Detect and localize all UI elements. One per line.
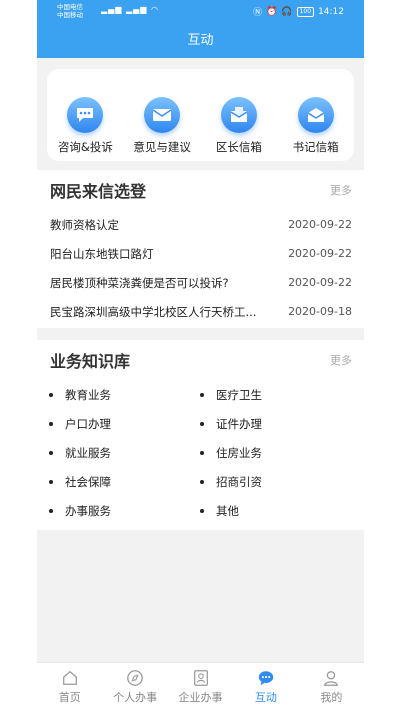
knowledge-item[interactable]: 招商引资 [200, 467, 350, 496]
letter-date: 2020-09-22 [288, 218, 352, 231]
tab-label: 互动 [254, 691, 277, 704]
knowledge-item[interactable]: 办事服务 [49, 496, 200, 525]
bullet-icon [200, 508, 204, 513]
letter-row[interactable]: 居民楼顶种菜浇粪便是否可以投诉? 2020-09-22 [37, 268, 364, 297]
tab-personal[interactable]: 个人办事 [102, 663, 167, 711]
quick-action-label: 书记信箱 [292, 140, 339, 154]
letter-title: 阳台山东地铁口路灯 [50, 246, 154, 261]
knowledge-label: 社会保障 [65, 474, 111, 489]
letter-row[interactable]: 阳台山东地铁口路灯 2020-09-22 [37, 239, 364, 268]
tab-enterprise[interactable]: 企业办事 [168, 663, 233, 711]
quick-action-consult[interactable]: 咨询&投诉 [47, 69, 124, 161]
mailbox-icon [220, 97, 257, 133]
knowledge-label: 就业服务 [65, 445, 111, 460]
quick-action-label: 意见与建议 [133, 140, 191, 154]
tab-mine[interactable]: 我的 [299, 663, 364, 711]
knowledge-item[interactable]: 证件办理 [200, 409, 350, 438]
alarm-icon: ⏰ [266, 6, 278, 17]
bullet-icon [49, 479, 53, 484]
battery-icon: 100 [296, 6, 315, 17]
letter-date: 2020-09-22 [288, 247, 352, 260]
chat-icon [258, 671, 274, 686]
knowledge-label: 其他 [216, 503, 239, 518]
bullet-icon [49, 508, 53, 513]
knowledge-label: 招商引资 [216, 474, 262, 489]
headphones-icon: 🎧 [281, 6, 293, 17]
quick-action-secretary-mailbox[interactable]: 书记信箱 [277, 69, 354, 161]
bullet-icon [200, 421, 204, 426]
compass-icon [127, 670, 143, 686]
tab-label: 我的 [320, 691, 343, 704]
status-bar: 中国电信 中国移动 ▂▄▆ ▂▄▆ ◠ Ⓝ ⏰ 🎧 100 14:12 [37, 0, 364, 22]
knowledge-section: 业务知识库 更多 教育业务 医疗卫生 户口办理 证件办理 就业服务 住房业务 社… [37, 340, 364, 530]
section-title: 网民来信选登 [50, 182, 147, 201]
knowledge-grid: 教育业务 医疗卫生 户口办理 证件办理 就业服务 住房业务 社会保障 招商引资 … [37, 380, 364, 525]
tab-label: 企业办事 [178, 691, 223, 704]
letter-title: 教师资格认定 [50, 217, 119, 232]
knowledge-section-header: 业务知识库 更多 [37, 340, 364, 380]
knowledge-item[interactable]: 住房业务 [200, 438, 350, 467]
knowledge-label: 证件办理 [216, 416, 262, 431]
signal-icon: ▂▄▆ ▂▄▆ ◠ [101, 5, 159, 14]
knowledge-item[interactable]: 社会保障 [49, 467, 200, 496]
badge-icon [193, 670, 208, 686]
quick-action-district-mailbox[interactable]: 区长信箱 [201, 69, 278, 161]
carrier-2: 中国移动 [57, 11, 83, 19]
letters-section: 网民来信选登 更多 教师资格认定 2020-09-22 阳台山东地铁口路灯 20… [37, 170, 364, 328]
app-screen: 中国电信 中国移动 ▂▄▆ ▂▄▆ ◠ Ⓝ ⏰ 🎧 100 14:12 互动 咨… [37, 0, 364, 711]
bullet-icon [49, 392, 53, 397]
more-link[interactable]: 更多 [330, 182, 352, 198]
app-header: 中国电信 中国移动 ▂▄▆ ▂▄▆ ◠ Ⓝ ⏰ 🎧 100 14:12 互动 [37, 0, 364, 58]
status-right: Ⓝ ⏰ 🎧 100 14:12 [253, 5, 344, 18]
page-title: 互动 [187, 33, 214, 48]
letter-row[interactable]: 教师资格认定 2020-09-22 [37, 210, 364, 239]
letter-title: 居民楼顶种菜浇粪便是否可以投诉? [50, 275, 229, 290]
knowledge-label: 住房业务 [216, 445, 262, 460]
bottom-tab-bar: 首页 个人办事 企业办事 互动 我的 [37, 662, 364, 711]
quick-action-label: 区长信箱 [215, 140, 262, 154]
letter-open-icon [297, 97, 334, 133]
tab-home[interactable]: 首页 [37, 663, 102, 711]
knowledge-label: 教育业务 [65, 387, 111, 402]
knowledge-label: 户口办理 [65, 416, 111, 431]
home-icon [62, 670, 77, 685]
letter-date: 2020-09-18 [288, 305, 352, 318]
bullet-icon [200, 479, 204, 484]
bullet-icon [49, 450, 53, 455]
letter-date: 2020-09-22 [288, 276, 352, 289]
more-link[interactable]: 更多 [330, 352, 352, 368]
carrier-info: 中国电信 中国移动 [57, 3, 83, 19]
envelope-icon [144, 97, 181, 133]
section-title: 业务知识库 [50, 352, 131, 371]
carrier-1: 中国电信 [57, 3, 83, 11]
quick-action-suggestion[interactable]: 意见与建议 [124, 69, 201, 161]
knowledge-item[interactable]: 户口办理 [49, 409, 200, 438]
tab-label: 首页 [58, 691, 81, 704]
bullet-icon [200, 392, 204, 397]
knowledge-item[interactable]: 教育业务 [49, 380, 200, 409]
nfc-icon: Ⓝ [253, 8, 263, 18]
bullet-icon [200, 450, 204, 455]
quick-action-label: 咨询&投诉 [57, 140, 113, 154]
bullet-icon [49, 421, 53, 426]
clock-time: 14:12 [318, 6, 344, 17]
knowledge-label: 办事服务 [65, 503, 111, 518]
knowledge-item[interactable]: 就业服务 [49, 438, 200, 467]
knowledge-label: 医疗卫生 [216, 387, 262, 402]
user-icon [324, 671, 339, 686]
letter-row[interactable]: 民宝路深圳高级中学北校区人行天桥工... 2020-09-18 [37, 297, 364, 326]
knowledge-item[interactable]: 其他 [200, 496, 350, 525]
tab-interaction[interactable]: 互动 [233, 663, 298, 711]
chat-bubble-icon [67, 97, 104, 133]
knowledge-item[interactable]: 医疗卫生 [200, 380, 350, 409]
letters-section-header: 网民来信选登 更多 [37, 170, 364, 210]
quick-actions-card: 咨询&投诉 意见与建议 区长信箱 书记信箱 [47, 69, 354, 161]
tab-label: 个人办事 [113, 691, 158, 704]
letter-title: 民宝路深圳高级中学北校区人行天桥工... [50, 304, 257, 319]
